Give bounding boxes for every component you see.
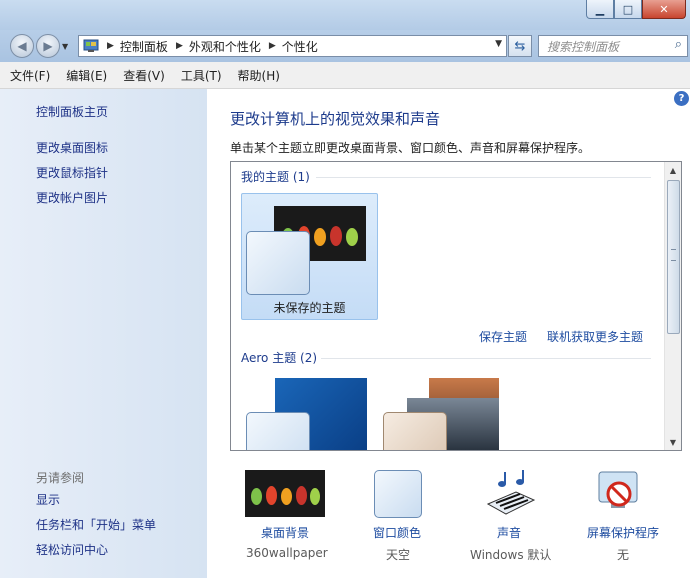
screensaver-label[interactable]: 屏幕保护程序	[587, 524, 659, 541]
breadcrumb-personalization[interactable]: 个性化	[282, 38, 318, 55]
save-theme-link[interactable]: 保存主题	[479, 328, 527, 345]
title-bar: ▁ □ ✕	[0, 0, 690, 30]
sidebar-control-panel-home[interactable]: 控制面板主页	[36, 103, 108, 120]
minimize-icon: ▁	[595, 2, 605, 16]
desktop-background-value: 360wallpaper	[246, 546, 328, 560]
maximize-icon: □	[622, 2, 634, 16]
desktop-background-icon	[245, 470, 325, 517]
breadcrumb-appearance[interactable]: 外观和个性化	[189, 38, 261, 55]
help-icon[interactable]: ?	[674, 91, 689, 106]
sound-setting[interactable]	[486, 470, 536, 519]
close-icon: ✕	[659, 2, 669, 16]
theme-list-scrollbar[interactable]: ▲ ▼	[664, 162, 681, 450]
theme-unsaved-label: 未保存的主题	[273, 301, 346, 315]
sidebar-change-mouse-pointers[interactable]: 更改鼠标指针	[36, 164, 108, 181]
menu-view[interactable]: 查看(V)	[123, 67, 165, 84]
page-description: 单击某个主题立即更改桌面背景、窗口颜色、声音和屏幕保护程序。	[230, 141, 591, 155]
scrollbar-thumb[interactable]	[667, 180, 680, 334]
window-color-label[interactable]: 窗口颜色	[373, 524, 421, 541]
get-more-themes-link[interactable]: 联机获取更多主题	[547, 328, 643, 345]
screensaver-value: 无	[617, 548, 630, 562]
see-also-title: 另请参阅	[36, 471, 85, 485]
sound-label[interactable]: 声音	[497, 524, 521, 541]
menu-bar: 文件(F) 编辑(E) 查看(V) 工具(T) 帮助(H)	[0, 62, 690, 89]
address-bar[interactable]: ▶ 控制面板 ▶ 外观和个性化 ▶ 个性化 ▼	[78, 35, 507, 57]
address-dropdown-icon[interactable]: ▼	[495, 39, 502, 49]
menu-tools[interactable]: 工具(T)	[181, 67, 222, 84]
menu-edit[interactable]: 编辑(E)	[66, 67, 107, 84]
back-arrow-icon: ◀	[17, 39, 27, 53]
see-also-taskbar-start-menu[interactable]: 任务栏和「开始」菜单	[36, 516, 156, 533]
recent-pages-dropdown-icon[interactable]: ▼	[62, 42, 68, 51]
control-panel-icon	[83, 39, 99, 52]
aero-themes-header: Aero 主题 (2)	[241, 351, 318, 365]
breadcrumb-separator-icon: ▶	[268, 41, 276, 51]
search-input[interactable]: 搜索控制面板 ⌕	[538, 35, 688, 57]
menu-file[interactable]: 文件(F)	[10, 67, 50, 84]
desktop-background-label[interactable]: 桌面背景	[261, 524, 309, 541]
sidebar-change-desktop-icons[interactable]: 更改桌面图标	[36, 139, 108, 156]
theme-aero-windows[interactable]	[241, 370, 376, 450]
menu-help[interactable]: 帮助(H)	[238, 67, 280, 84]
minimize-button[interactable]: ▁	[586, 0, 614, 19]
scroll-up-icon[interactable]: ▲	[665, 162, 681, 178]
group-divider	[321, 358, 651, 359]
search-placeholder: 搜索控制面板	[547, 39, 620, 54]
back-button[interactable]: ◀	[10, 34, 34, 58]
scroll-down-icon[interactable]: ▼	[665, 434, 681, 450]
screensaver-icon	[598, 471, 638, 508]
window-glass-preview	[246, 231, 310, 295]
refresh-icon: ⇆	[514, 38, 526, 54]
see-also-ease-of-access[interactable]: 轻松访问中心	[36, 541, 108, 558]
window-glass-preview	[246, 412, 310, 450]
maximize-button[interactable]: □	[614, 0, 642, 19]
forward-arrow-icon: ▶	[43, 39, 53, 53]
window-controls: ▁ □ ✕	[586, 0, 686, 19]
window-glass-preview	[383, 412, 447, 450]
refresh-button[interactable]: ⇆	[508, 35, 532, 57]
theme-aero-landscape[interactable]	[381, 370, 516, 450]
breadcrumb-control-panel[interactable]: 控制面板	[120, 38, 168, 55]
sidebar: 控制面板主页 更改桌面图标 更改鼠标指针 更改帐户图片 另请参阅 显示 任务栏和…	[0, 89, 207, 578]
screensaver-setting[interactable]	[595, 468, 643, 519]
see-also-display[interactable]: 显示	[36, 491, 60, 508]
sound-icon	[486, 470, 536, 515]
theme-unsaved[interactable]: 未保存的主题	[241, 193, 378, 320]
group-divider	[316, 177, 651, 178]
window-color-icon	[374, 470, 422, 518]
page-title: 更改计算机上的视觉效果和声音	[230, 110, 441, 128]
breadcrumb-separator-icon: ▶	[107, 41, 114, 51]
my-themes-header: 我的主题 (1)	[241, 170, 310, 184]
navigation-bar: ◀ ▶ ▼ ▶ 控制面板 ▶ 外观和个性化 ▶ 个性化 ▼ ⇆ 搜索控制面板 ⌕	[0, 30, 690, 62]
theme-list: 我的主题 (1) 未保存的主题 保存主题 联机获取更多主题 Aero 主题 (2…	[230, 161, 682, 451]
search-icon[interactable]: ⌕	[675, 37, 682, 52]
sidebar-change-account-picture[interactable]: 更改帐户图片	[36, 189, 108, 206]
sound-value: Windows 默认	[470, 548, 552, 562]
close-button[interactable]: ✕	[642, 0, 686, 19]
forward-button[interactable]: ▶	[36, 34, 60, 58]
breadcrumb-separator-icon: ▶	[175, 41, 183, 51]
window-color-value: 天空	[386, 548, 411, 562]
